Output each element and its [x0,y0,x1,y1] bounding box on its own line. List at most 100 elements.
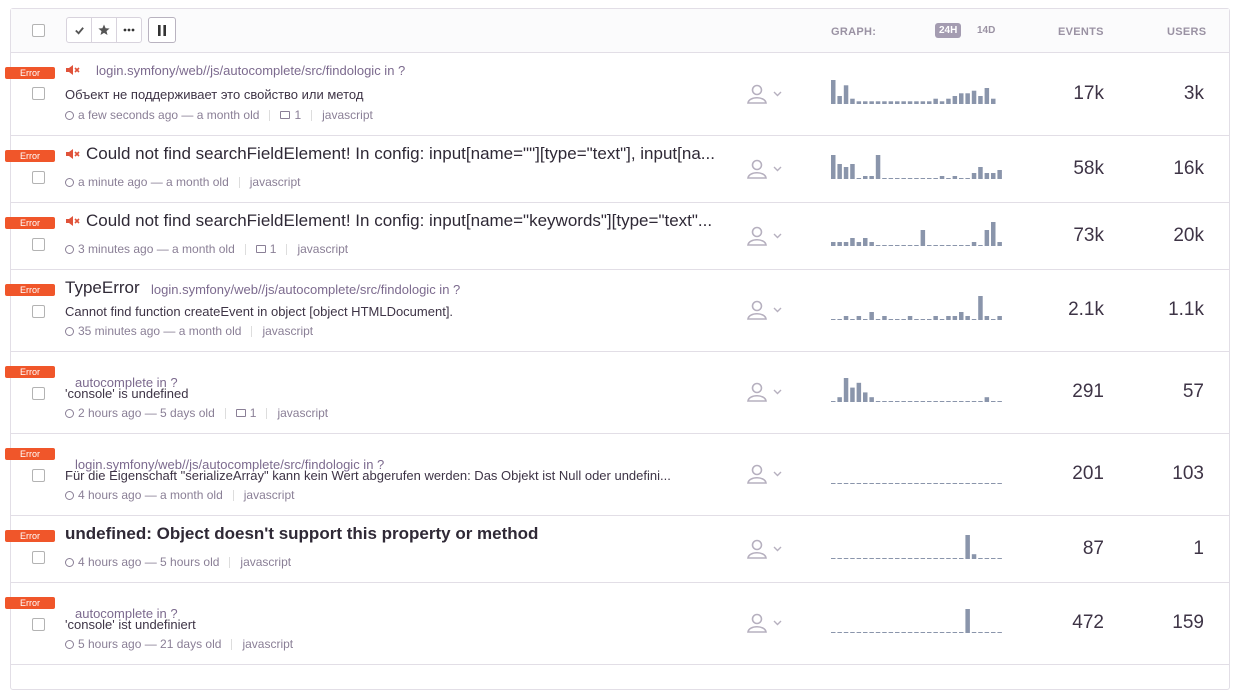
graph-bar [939,401,945,402]
issue-row[interactable]: Error login.symfony/web//js/autocomplete/… [5,434,1229,516]
issue-row[interactable]: Error autocomplete in ?'console' ist unde… [5,583,1229,665]
pause-stream-button[interactable] [148,17,176,43]
issue-meta: 5 hours ago — 21 days old javascript [65,637,293,651]
assignee-button[interactable] [746,84,788,104]
graph-bar [959,558,964,559]
graph-bar [965,178,970,179]
graph-bar [946,316,951,320]
graph-bar [933,178,938,179]
event-graph [831,155,1002,179]
graph-bar [952,558,958,559]
graph-bar [907,632,913,633]
issue-row[interactable]: Error TypeError login.symfony/web//js/auto… [5,270,1229,352]
assignee-button[interactable] [746,159,788,179]
graph-bar [965,483,970,484]
graph-bar [933,558,938,559]
graph-bar [856,316,862,320]
issue-seen-time: 4 hours ago — 5 hours old [78,555,220,569]
graph-bar [959,632,964,633]
graph-bar [965,93,970,104]
user-count: 159 [1172,612,1204,633]
graph-bar [984,230,990,246]
star-icon [98,24,110,35]
issue-checkbox[interactable] [32,618,45,631]
graph-bar [978,483,983,484]
issue-seen-time: 5 hours ago — 21 days old [78,637,222,651]
graph-bar [939,101,945,104]
resolve-button[interactable] [66,17,92,43]
graph-bar [901,401,906,402]
issue-checkbox[interactable] [32,171,45,184]
graph-bar [850,164,855,179]
assignee-button[interactable] [746,226,788,246]
issue-row[interactable]: Error Could not find searchFieldElement! … [5,136,1229,203]
event-count: 17k [1073,83,1104,104]
select-all-checkbox[interactable] [32,24,45,37]
graph-bar [946,178,951,179]
graph-bar [984,397,990,402]
issue-row[interactable]: Error undefined: Object doesn't support t… [5,516,1229,583]
graph-bar [971,319,977,320]
graph-bar [946,401,951,402]
comment-count[interactable]: 1 [294,108,301,122]
issue-checkbox[interactable] [32,387,45,400]
graph-bar [933,245,938,246]
more-actions-button[interactable] [116,17,142,43]
graph-bar [991,401,996,402]
issue-title[interactable]: Could not find searchFieldElement! In co… [86,211,712,231]
graph-bar [863,483,868,484]
assignee-button[interactable] [746,539,788,559]
assignee-button[interactable] [746,300,788,320]
issue-seen-time: 2 hours ago — 5 days old [78,406,215,420]
graph-bar [895,632,900,633]
graph-bar [869,397,874,402]
issue-checkbox[interactable] [32,551,45,564]
chevron-down-icon [773,91,782,97]
issue-title[interactable]: TypeError [65,278,140,298]
graph-bar [978,558,983,559]
issue-checkbox[interactable] [32,87,45,100]
issue-row[interactable]: Error autocomplete in ?'console' is undef… [5,352,1229,434]
graph-bar [901,178,906,179]
assignee-button[interactable] [746,613,788,633]
issue-title[interactable]: Could not find searchFieldElement! In co… [86,144,715,164]
event-count: 58k [1073,158,1104,179]
period-24h-toggle[interactable]: 24H [935,23,962,38]
graph-bar [971,173,977,179]
issue-message: Объект не поддерживает это свойство или … [65,87,364,102]
chevron-down-icon [773,389,782,395]
issue-row[interactable]: Error Could not find searchFieldElement! … [5,203,1229,270]
graph-bar [888,558,894,559]
graph-bar [888,101,894,104]
graph-bar [997,558,1002,559]
assignee-button[interactable] [746,382,788,402]
graph-bar [965,535,970,559]
graph-bar [875,245,881,246]
comment-count[interactable]: 1 [250,406,257,420]
assignee-button[interactable] [746,464,788,484]
event-graph [831,609,1002,633]
comment-count[interactable]: 1 [270,242,277,256]
graph-bar [997,242,1002,246]
graph-bar [831,632,836,633]
bookmark-button[interactable] [91,17,117,43]
graph-bar [837,319,842,320]
graph-bar [984,316,990,320]
user-icon [747,84,767,104]
graph-bar [959,93,964,104]
graph-bar [933,401,938,402]
issue-title[interactable]: undefined: Object doesn't support this p… [65,524,538,544]
graph-bar [984,632,990,633]
graph-bar [965,245,970,246]
graph-bar [831,401,836,402]
period-14d-toggle[interactable]: 14D [973,23,999,38]
graph-bar [907,558,913,559]
issue-checkbox[interactable] [32,238,45,251]
issue-seen-time: 35 minutes ago — a month old [78,324,242,338]
issue-checkbox[interactable] [32,305,45,318]
issue-checkbox[interactable] [32,469,45,482]
graph-bar [831,242,836,246]
issue-row[interactable]: Error login.symfony/web//js/autocomplete/… [5,53,1229,136]
graph-bar [991,632,996,633]
graph-bar [952,245,958,246]
